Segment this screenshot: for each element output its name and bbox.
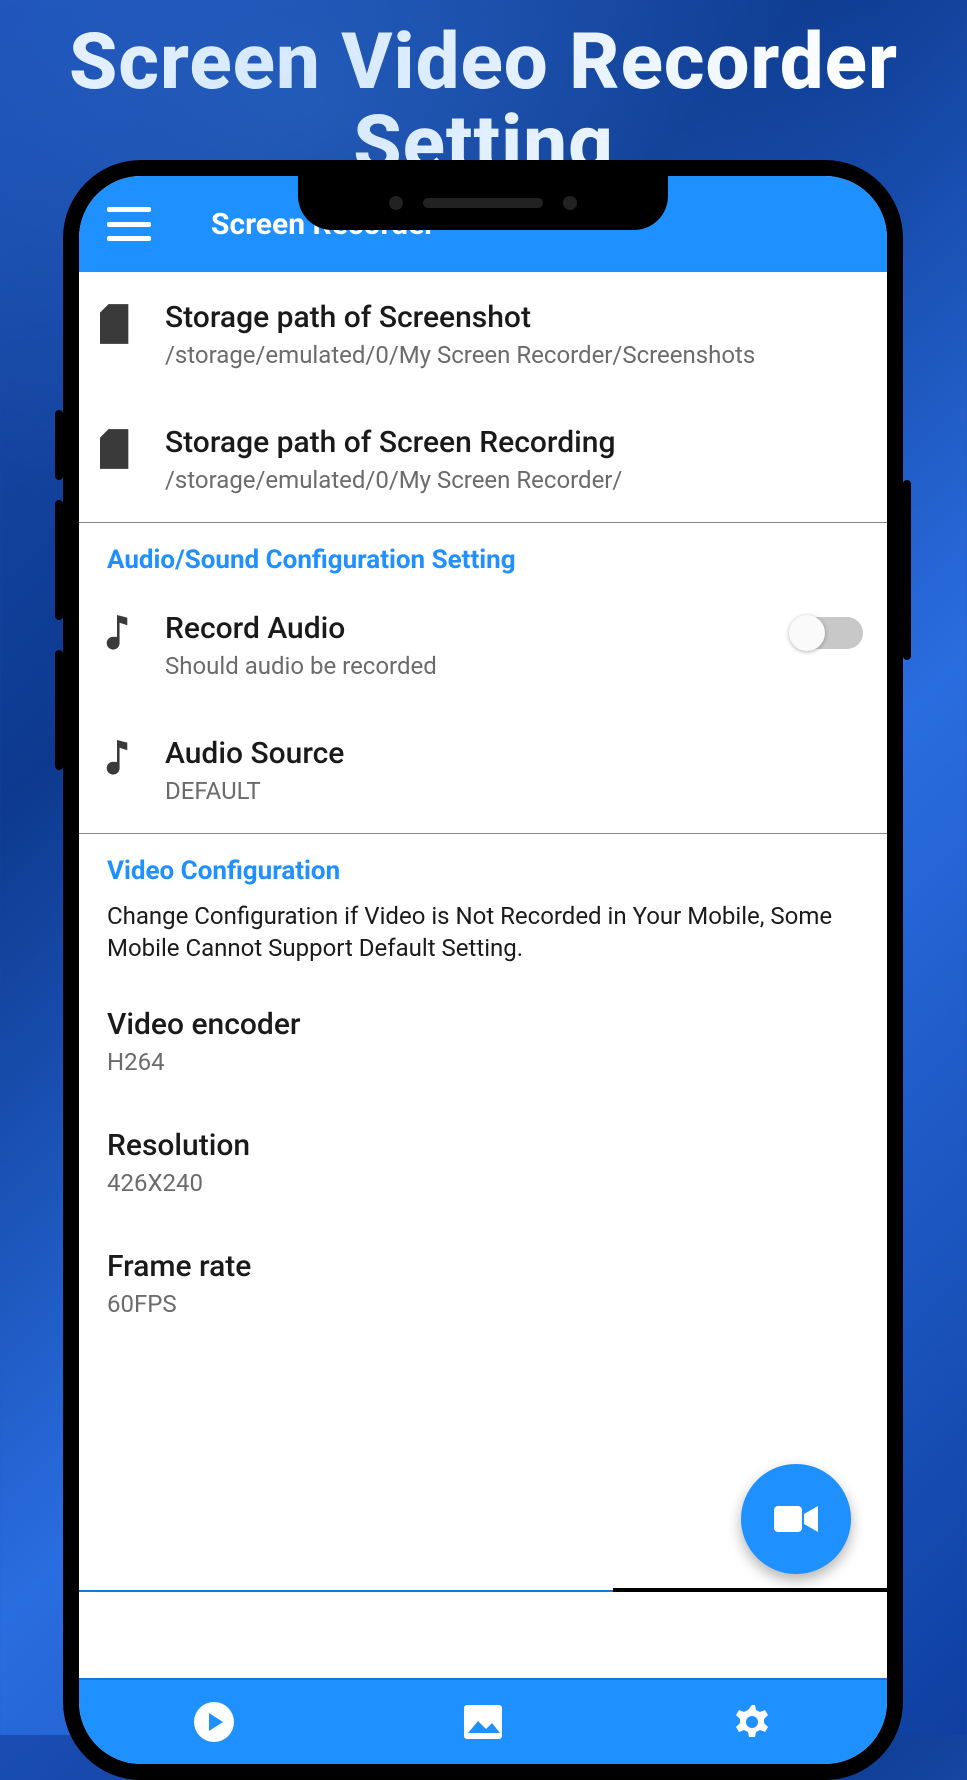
record-audio-title: Record Audio — [165, 611, 763, 646]
settings-content: Storage path of Screenshot /storage/emul… — [79, 272, 887, 1678]
gear-icon — [731, 1701, 773, 1743]
resolution-row[interactable]: Resolution 426X240 — [79, 1102, 887, 1223]
video-encoder-title: Video encoder — [107, 1007, 859, 1042]
storage-screenshot-row[interactable]: Storage path of Screenshot /storage/emul… — [79, 272, 887, 397]
audio-source-title: Audio Source — [165, 736, 863, 771]
sd-card-icon — [97, 300, 137, 344]
resolution-value: 426X240 — [107, 1169, 859, 1197]
record-audio-toggle[interactable] — [791, 617, 863, 649]
nav-play[interactable] — [79, 1680, 348, 1764]
record-audio-row[interactable]: Record Audio Should audio be recorded — [79, 583, 887, 708]
bottom-nav — [79, 1678, 887, 1764]
storage-recording-row[interactable]: Storage path of Screen Recording /storag… — [79, 397, 887, 522]
video-section-header: Video Configuration — [79, 834, 887, 894]
music-note-icon — [97, 611, 137, 651]
nav-gallery[interactable] — [348, 1680, 617, 1764]
video-section-note: Change Configuration if Video is Not Rec… — [79, 894, 887, 981]
sd-card-icon — [97, 425, 137, 469]
menu-icon[interactable] — [107, 207, 151, 241]
resolution-title: Resolution — [107, 1128, 859, 1163]
record-fab[interactable] — [741, 1464, 851, 1574]
storage-screenshot-title: Storage path of Screenshot — [165, 300, 863, 335]
image-icon — [462, 1703, 504, 1741]
audio-source-value: DEFAULT — [165, 777, 863, 805]
phone-frame: Screen Recorder Storage path of Screensh… — [63, 160, 903, 1780]
promo-line1: Screen Video Recorder — [69, 17, 898, 108]
video-encoder-row[interactable]: Video encoder H264 — [79, 981, 887, 1102]
storage-recording-path: /storage/emulated/0/My Screen Recorder/ — [165, 466, 863, 494]
video-camera-icon — [774, 1504, 818, 1534]
framerate-title: Frame rate — [107, 1249, 859, 1284]
audio-source-row[interactable]: Audio Source DEFAULT — [79, 708, 887, 833]
video-encoder-value: H264 — [107, 1048, 859, 1076]
record-audio-sub: Should audio be recorded — [165, 652, 763, 680]
framerate-value: 60FPS — [107, 1290, 859, 1318]
framerate-row[interactable]: Frame rate 60FPS — [79, 1223, 887, 1344]
nav-settings[interactable] — [618, 1680, 887, 1764]
play-icon — [193, 1701, 235, 1743]
music-note-icon — [97, 736, 137, 776]
storage-screenshot-path: /storage/emulated/0/My Screen Recorder/S… — [165, 341, 863, 369]
audio-section-header: Audio/Sound Configuration Setting — [79, 523, 887, 583]
storage-recording-title: Storage path of Screen Recording — [165, 425, 863, 460]
promo-title: Screen Video Recorder Setting — [0, 0, 967, 186]
